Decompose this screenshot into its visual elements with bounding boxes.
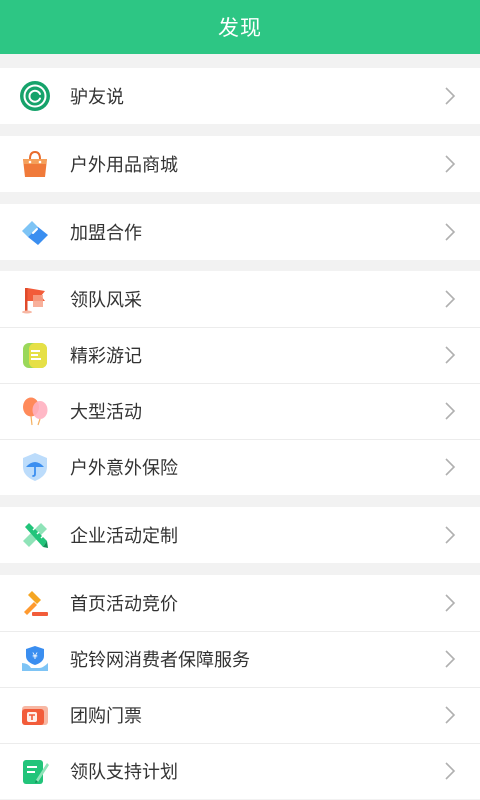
shopping-bag-icon bbox=[19, 148, 51, 180]
menu-item-outdoor-shop[interactable]: 户外用品商城 bbox=[0, 136, 480, 192]
header-bar: 发现 bbox=[0, 0, 480, 54]
umbrella-shield-icon bbox=[19, 451, 51, 483]
menu-item-large-activities[interactable]: 大型活动 bbox=[0, 383, 480, 439]
support-plan-icon bbox=[19, 755, 51, 787]
menu-item-group-tickets[interactable]: 团购门票 bbox=[0, 687, 480, 743]
menu-item-label: 驼铃网消费者保障服务 bbox=[70, 650, 250, 671]
menu-item-outdoor-insurance[interactable]: 户外意外保险 bbox=[0, 439, 480, 495]
menu-item-enterprise-custom[interactable]: 企业活动定制 bbox=[0, 507, 480, 563]
group-join: 加盟合作 bbox=[0, 204, 480, 260]
handshake-icon bbox=[19, 216, 51, 248]
menu-item-leader-style[interactable]: 领队风采 bbox=[0, 271, 480, 327]
notebook-icon bbox=[19, 339, 51, 371]
chevron-right-icon bbox=[440, 525, 460, 545]
menu-item-label: 精彩游记 bbox=[70, 346, 142, 367]
chevron-right-icon bbox=[440, 345, 460, 365]
chevron-right-icon bbox=[440, 86, 460, 106]
chevron-right-icon bbox=[440, 705, 460, 725]
menu-item-leader-support[interactable]: 领队支持计划 bbox=[0, 743, 480, 799]
ruler-pencil-icon bbox=[19, 519, 51, 551]
flag-icon bbox=[19, 283, 51, 315]
chevron-right-icon bbox=[440, 154, 460, 174]
group-shop: 户外用品商城 bbox=[0, 136, 480, 192]
ticket-icon bbox=[19, 699, 51, 731]
chevron-right-icon bbox=[440, 289, 460, 309]
menu-item-label: 团购门票 bbox=[70, 706, 142, 727]
chevron-right-icon bbox=[440, 457, 460, 477]
balloon-icon bbox=[19, 395, 51, 427]
group-services: 首页活动竞价 ¥ 驼铃网消费者保障服务 团购门票 领队支持计划 bbox=[0, 575, 480, 799]
chevron-right-icon bbox=[440, 401, 460, 421]
menu-item-join-cooperation[interactable]: 加盟合作 bbox=[0, 204, 480, 260]
menu-item-lvyoushuo[interactable]: 驴友说 bbox=[0, 68, 480, 124]
group-lvyoushuo: 驴友说 bbox=[0, 68, 480, 124]
menu-item-label: 户外意外保险 bbox=[70, 458, 178, 479]
menu-item-label: 首页活动竞价 bbox=[70, 594, 178, 615]
group-activities: 领队风采 精彩游记 大型活动 户外意外保险 bbox=[0, 271, 480, 495]
chevron-right-icon bbox=[440, 649, 460, 669]
menu-item-homepage-bidding[interactable]: 首页活动竞价 bbox=[0, 575, 480, 631]
menu-item-label: 大型活动 bbox=[70, 402, 142, 423]
svg-text:¥: ¥ bbox=[32, 652, 38, 662]
chevron-right-icon bbox=[440, 593, 460, 613]
menu-item-travel-notes[interactable]: 精彩游记 bbox=[0, 327, 480, 383]
menu-item-label: 领队支持计划 bbox=[70, 762, 178, 783]
chevron-right-icon bbox=[440, 761, 460, 781]
menu-item-label: 户外用品商城 bbox=[70, 155, 178, 176]
lvyoushuo-icon bbox=[19, 80, 51, 112]
chevron-right-icon bbox=[440, 222, 460, 242]
menu-item-label: 驴友说 bbox=[70, 87, 124, 108]
auction-hammer-icon bbox=[19, 587, 51, 619]
menu-item-label: 企业活动定制 bbox=[70, 526, 178, 547]
group-enterprise: 企业活动定制 bbox=[0, 507, 480, 563]
page-title: 发现 bbox=[218, 16, 262, 40]
menu-item-label: 加盟合作 bbox=[70, 223, 142, 244]
menu-item-label: 领队风采 bbox=[70, 290, 142, 311]
protection-hand-icon: ¥ bbox=[19, 643, 51, 675]
menu-item-consumer-protection[interactable]: ¥ 驼铃网消费者保障服务 bbox=[0, 631, 480, 687]
